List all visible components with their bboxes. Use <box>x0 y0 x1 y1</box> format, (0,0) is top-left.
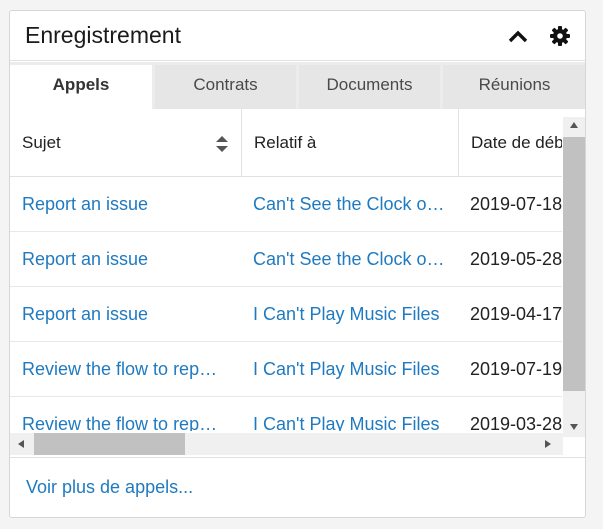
table-row[interactable]: Review the flow to report an issue I Can… <box>10 397 562 431</box>
settings-button[interactable] <box>548 24 572 48</box>
table-row[interactable]: Report an issue I Can't Play Music Files… <box>10 287 562 342</box>
related-link[interactable]: Can't See the Clock on the Desktop <box>253 232 445 287</box>
horizontal-scroll-thumb[interactable] <box>34 433 185 455</box>
scroll-down-arrow-icon[interactable] <box>569 423 579 431</box>
table-row[interactable]: Review the flow to report an issue I Can… <box>10 342 562 397</box>
vertical-scrollbar[interactable] <box>563 117 585 437</box>
calls-table: Sujet Relatif à Date de début Report an … <box>10 109 585 457</box>
gear-icon <box>550 26 570 46</box>
panel-title: Enregistrement <box>25 22 181 48</box>
start-date: 2019-03-28 <box>470 414 562 431</box>
collapse-button[interactable] <box>506 24 530 48</box>
column-header-related[interactable]: Relatif à <box>242 109 459 177</box>
vertical-scroll-thumb[interactable] <box>563 137 585 391</box>
table-header: Sujet Relatif à Date de début <box>10 109 562 177</box>
horizontal-scrollbar[interactable] <box>10 433 563 455</box>
subject-link[interactable]: Review the flow to report an issue <box>22 342 222 397</box>
start-date: 2019-07-19 <box>470 359 562 379</box>
start-date: 2019-07-18 <box>470 194 562 214</box>
column-header-start-date[interactable]: Date de début <box>459 109 562 177</box>
scroll-up-arrow-icon[interactable] <box>569 121 579 129</box>
tab-bar: Appels Contrats Documents Réunions <box>10 62 585 109</box>
panel-header: Enregistrement <box>10 11 585 61</box>
recording-panel: Enregistrement Appels Contrats Documents <box>9 10 586 518</box>
tab-appels[interactable]: Appels <box>10 65 152 109</box>
subject-link[interactable]: Report an issue <box>22 232 222 287</box>
table-viewport: Sujet Relatif à Date de début Report an … <box>10 109 562 431</box>
related-link[interactable]: I Can't Play Music Files <box>253 287 445 342</box>
panel-footer: Voir plus de appels... <box>10 457 585 517</box>
subject-link[interactable]: Report an issue <box>22 287 222 342</box>
column-header-subject[interactable]: Sujet <box>10 109 241 177</box>
scroll-right-arrow-icon[interactable] <box>544 439 552 449</box>
start-date: 2019-04-17 <box>470 304 562 324</box>
tab-reunions[interactable]: Réunions <box>443 65 585 109</box>
tab-documents[interactable]: Documents <box>299 65 440 109</box>
table-row[interactable]: Report an issue Can't See the Clock on t… <box>10 177 562 232</box>
sort-icon[interactable] <box>215 136 229 152</box>
subject-link[interactable]: Report an issue <box>22 177 222 232</box>
related-link[interactable]: I Can't Play Music Files <box>253 397 445 431</box>
subject-link[interactable]: Review the flow to report an issue <box>22 397 222 431</box>
related-link[interactable]: Can't See the Clock on the Desktop <box>253 177 445 232</box>
start-date: 2019-05-28 <box>470 249 562 269</box>
view-more-calls-link[interactable]: Voir plus de appels... <box>26 477 193 498</box>
scroll-left-arrow-icon[interactable] <box>17 439 25 449</box>
related-link[interactable]: I Can't Play Music Files <box>253 342 445 397</box>
table-row[interactable]: Report an issue Can't See the Clock on t… <box>10 232 562 287</box>
tab-contrats[interactable]: Contrats <box>155 65 296 109</box>
chevron-up-icon <box>508 30 528 43</box>
